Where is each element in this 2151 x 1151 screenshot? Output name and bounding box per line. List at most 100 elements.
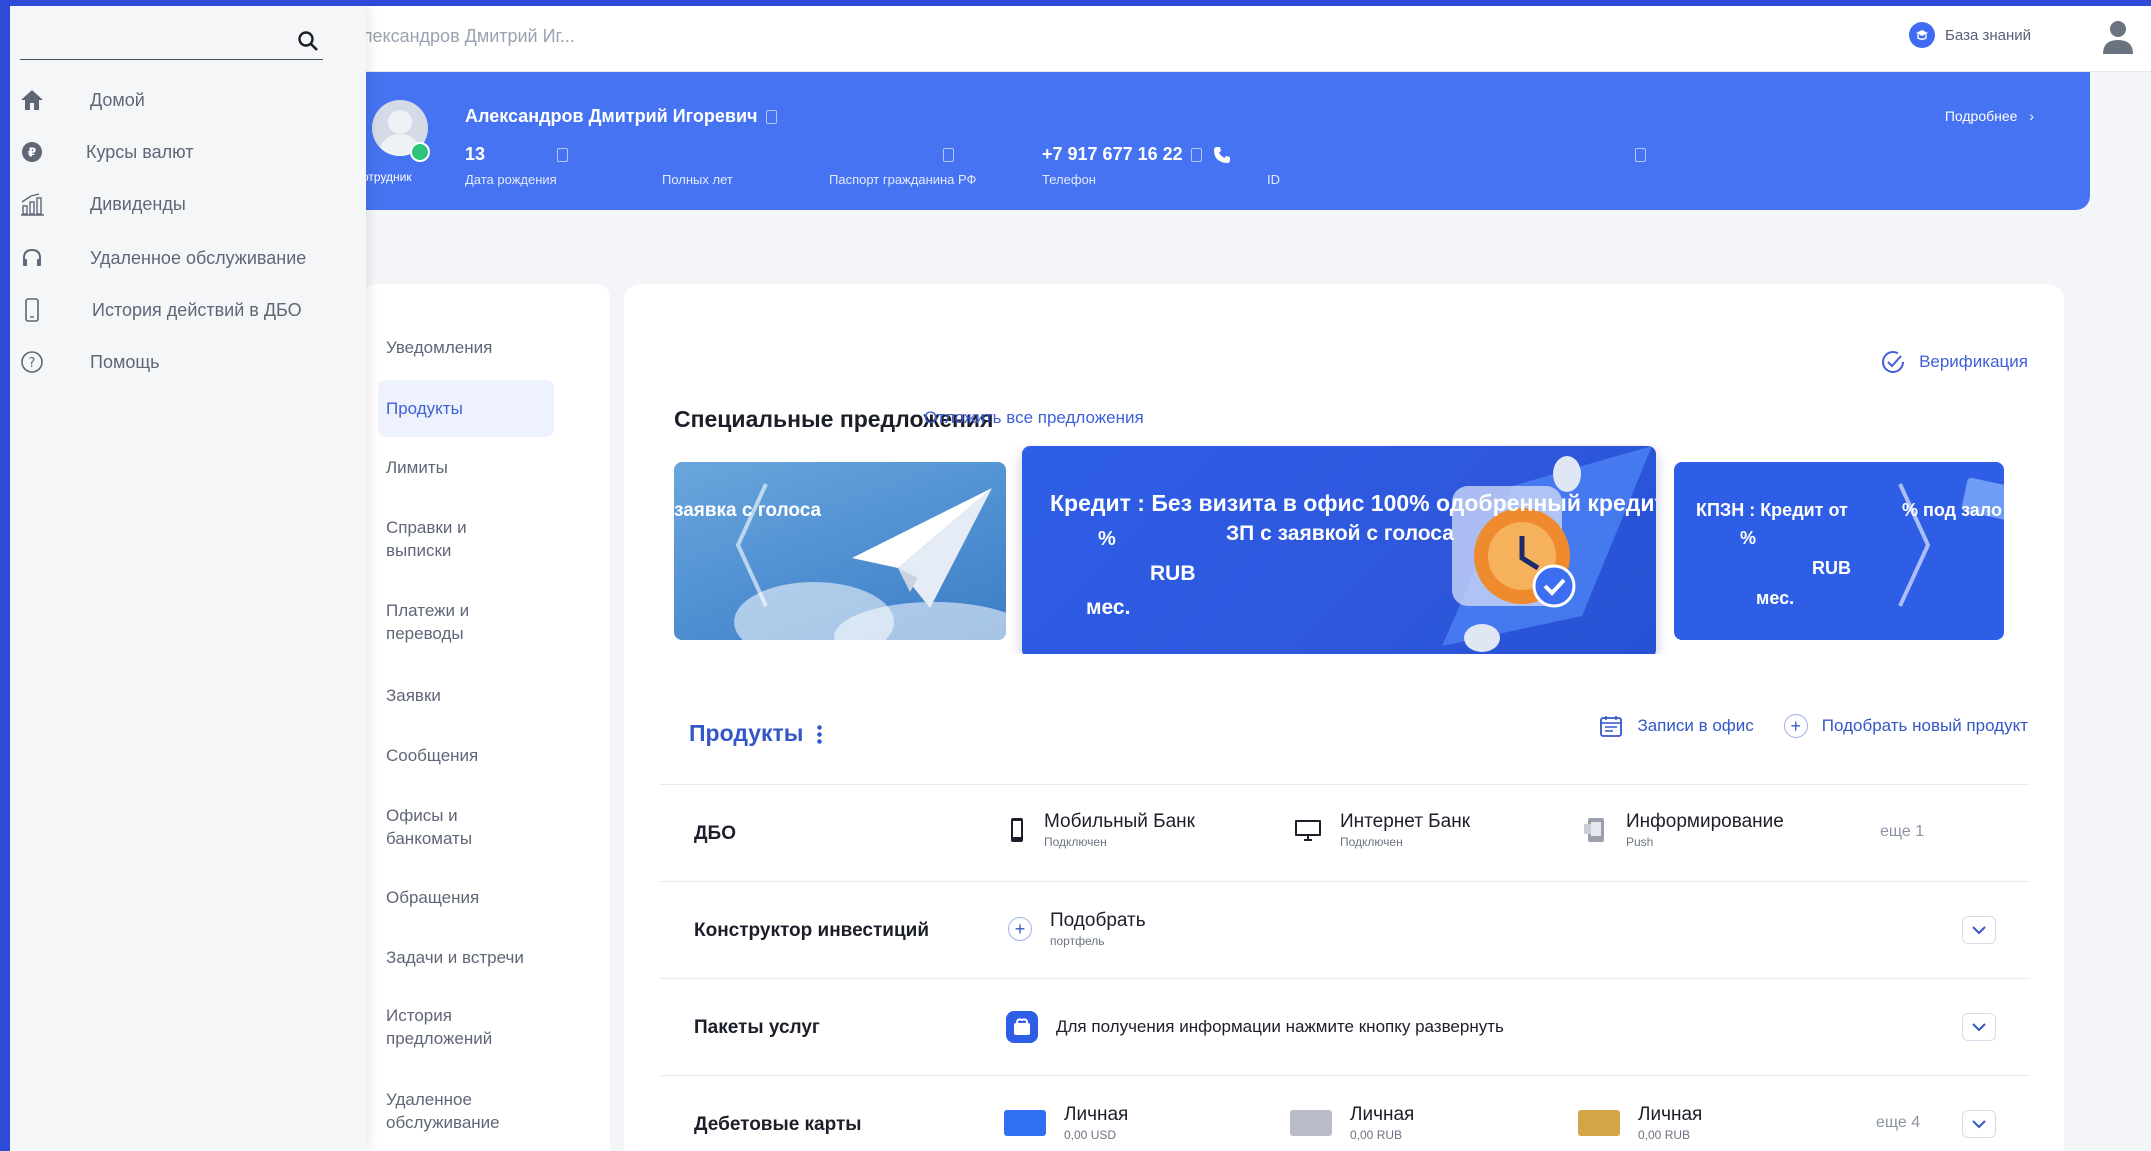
offer-next-title: КПЗН : Кредит от bbox=[1696, 500, 1848, 520]
svg-text:?: ? bbox=[29, 356, 36, 371]
pick-new-product-link[interactable]: Подобрать новый продукт bbox=[1822, 716, 2028, 736]
card-image-icon bbox=[1290, 1110, 1332, 1136]
offer-current-term: мес. bbox=[1086, 596, 1131, 619]
card-name: Личная bbox=[1638, 1104, 1703, 1125]
menu-item-dbo-history[interactable]: История действий в ДБО bbox=[18, 296, 302, 324]
client-name-text: Александров Дмитрий Игоревич bbox=[465, 106, 758, 126]
nav-item-payments[interactable]: Платежи и переводы bbox=[378, 599, 518, 645]
nav-item-appeals[interactable]: Обращения bbox=[378, 886, 554, 909]
nav-item-offer-history[interactable]: История предложений bbox=[378, 1004, 518, 1050]
client-details-label: Подробнее bbox=[1944, 108, 2018, 124]
expand-investments-button[interactable] bbox=[1962, 916, 1996, 944]
phone-label: Телефон bbox=[1042, 172, 1096, 187]
offer-next-term: мес. bbox=[1756, 588, 1795, 608]
product-row-debit-cards: Дебетовые карты Личная 0,00 USD Личная 0,0… bbox=[660, 1075, 2030, 1151]
knowledge-base-label: База знаний bbox=[1945, 26, 2031, 44]
chevron-right-icon: › bbox=[2029, 108, 2034, 124]
products-panel: Верификация Специальные предложения Отло… bbox=[624, 284, 2064, 1151]
debit-card-item[interactable]: Личная 0,00 RUB bbox=[1578, 1104, 1702, 1142]
informing-item[interactable]: Информирование Push bbox=[1582, 811, 1784, 849]
offer-card-prev[interactable]: заявка с голоса bbox=[674, 462, 1006, 640]
nav-item-limits[interactable]: Лимиты bbox=[378, 456, 554, 479]
calendar-icon bbox=[1600, 716, 1623, 737]
carousel-next-arrow-icon[interactable] bbox=[1894, 480, 1934, 610]
row-title: ДБО bbox=[694, 823, 736, 844]
offer-current-rate: % bbox=[1098, 528, 1116, 550]
birth-date-field: 13 Дата рождения bbox=[465, 144, 569, 187]
nav-item-products[interactable]: Продукты bbox=[378, 380, 554, 437]
user-profile-icon[interactable] bbox=[2101, 18, 2135, 56]
pick-portfolio-sub: портфель bbox=[1050, 934, 1105, 948]
card-image-icon bbox=[1578, 1110, 1620, 1136]
more-options-icon[interactable] bbox=[817, 723, 823, 744]
menu-item-help[interactable]: ? Помощь bbox=[18, 348, 160, 376]
carousel-prev-arrow-icon[interactable] bbox=[732, 480, 772, 610]
copy-icon[interactable] bbox=[765, 110, 777, 125]
offer-current-subtitle: ЗП с заявкой с голоса bbox=[1226, 522, 1454, 545]
menu-item-dividends[interactable]: Дивиденды bbox=[18, 190, 186, 218]
cards-more-link[interactable]: еще 4 bbox=[1876, 1114, 1920, 1132]
offer-current-title: Кредит : Без визита в офис 100% одобренн… bbox=[1050, 490, 1656, 516]
nav-item-requests[interactable]: Заявки bbox=[378, 684, 554, 707]
card-image-icon bbox=[1004, 1110, 1046, 1136]
dbo-more-link[interactable]: еще 1 bbox=[1880, 823, 1924, 841]
offer-next-currency: RUB bbox=[1812, 558, 1851, 578]
office-records-link[interactable]: Записи в офис bbox=[1637, 716, 1753, 736]
verification-button[interactable]: Верификация bbox=[1881, 350, 2028, 374]
plus-icon: + bbox=[1008, 917, 1032, 941]
postpone-all-offers-link[interactable]: Отложить все предложения bbox=[924, 408, 1144, 428]
menu-item-remote-service[interactable]: Удаленное обслуживание bbox=[18, 244, 306, 272]
offer-card-next[interactable]: КПЗН : Кредит от % под зало % RUB мес. bbox=[1674, 462, 2004, 640]
debit-card-item[interactable]: Личная 0,00 USD bbox=[1004, 1104, 1128, 1142]
mobile-bank-status: Подключен bbox=[1044, 835, 1107, 849]
card-name: Личная bbox=[1350, 1104, 1415, 1125]
products-actions: Записи в офис + Подобрать новый продукт bbox=[1599, 714, 2028, 738]
menu-item-label: Удаленное обслуживание bbox=[90, 247, 307, 268]
nav-item-statements[interactable]: Справки и выписки bbox=[378, 516, 518, 562]
client-details-link[interactable]: Подробнее › bbox=[1945, 108, 2034, 124]
internet-bank-item[interactable]: Интернет Банк Подключен bbox=[1294, 811, 1470, 849]
offer-current-currency: RUB bbox=[1150, 562, 1196, 585]
mobile-bank-item[interactable]: Мобильный Банк Подключен bbox=[1008, 811, 1195, 849]
products-title-text: Продукты bbox=[689, 720, 804, 746]
chart-icon bbox=[18, 190, 46, 218]
nav-item-offices[interactable]: Офисы и банкоматы bbox=[378, 804, 518, 850]
knowledge-base-icon bbox=[1909, 22, 1936, 48]
client-section-nav: Уведомления Продукты Лимиты Справки и вы… bbox=[362, 284, 610, 1151]
menu-item-currency-rates[interactable]: ₽ Курсы валют bbox=[18, 138, 193, 166]
search-icon[interactable] bbox=[297, 30, 319, 52]
expand-packages-button[interactable] bbox=[1962, 1013, 1996, 1041]
menu-search bbox=[20, 22, 323, 60]
chevron-down-icon bbox=[1972, 1119, 1986, 1128]
menu-search-input[interactable] bbox=[20, 22, 290, 56]
nav-item-tasks[interactable]: Задачи и встречи bbox=[378, 946, 554, 969]
knowledge-base-link[interactable]: База знаний bbox=[1909, 22, 2031, 48]
client-banner: отрудник Александров Дмитрий Игоревич 13… bbox=[362, 72, 2090, 210]
mobile-bank-label: Мобильный Банк bbox=[1044, 811, 1195, 832]
nav-item-notifications[interactable]: Уведомления bbox=[378, 336, 554, 359]
copy-icon[interactable] bbox=[943, 148, 954, 163]
nav-item-remote-service[interactable]: Удаленное обслуживание bbox=[378, 1088, 518, 1134]
menu-item-home[interactable]: Домой bbox=[18, 86, 145, 114]
row-title: Дебетовые карты bbox=[694, 1114, 862, 1135]
passport-label: Паспорт гражданина РФ bbox=[829, 172, 977, 187]
copy-icon[interactable] bbox=[1190, 148, 1202, 163]
id-label: ID bbox=[1267, 172, 1280, 187]
nav-item-messages[interactable]: Сообщения bbox=[378, 744, 554, 767]
phone-icon bbox=[18, 296, 46, 324]
product-row-dbo: ДБО Мобильный Банк Подключен Интернет Бан… bbox=[660, 784, 2030, 881]
copy-icon[interactable] bbox=[557, 148, 569, 163]
verified-status-icon bbox=[410, 142, 430, 162]
client-search-field[interactable]: лександров Дмитрий Иг... bbox=[362, 26, 575, 47]
offer-card-current[interactable]: Кредит : Без визита в офис 100% одобренн… bbox=[1022, 446, 1656, 654]
product-row-investments: Конструктор инвестиций + Подобрать портфе… bbox=[660, 881, 2030, 978]
copy-icon[interactable] bbox=[1635, 148, 1646, 163]
gift-icon bbox=[1006, 1011, 1038, 1043]
age-field: Полных лет bbox=[662, 144, 733, 187]
product-row-packages: Пакеты услуг Для получения информации на… bbox=[660, 978, 2030, 1075]
expand-cards-button[interactable] bbox=[1962, 1110, 1996, 1138]
card-balance: 0,00 USD bbox=[1064, 1128, 1117, 1142]
pick-portfolio-item[interactable]: + Подобрать портфель bbox=[1008, 910, 1146, 948]
debit-card-item[interactable]: Личная 0,00 RUB bbox=[1290, 1104, 1414, 1142]
phone-call-icon[interactable] bbox=[1213, 146, 1231, 164]
